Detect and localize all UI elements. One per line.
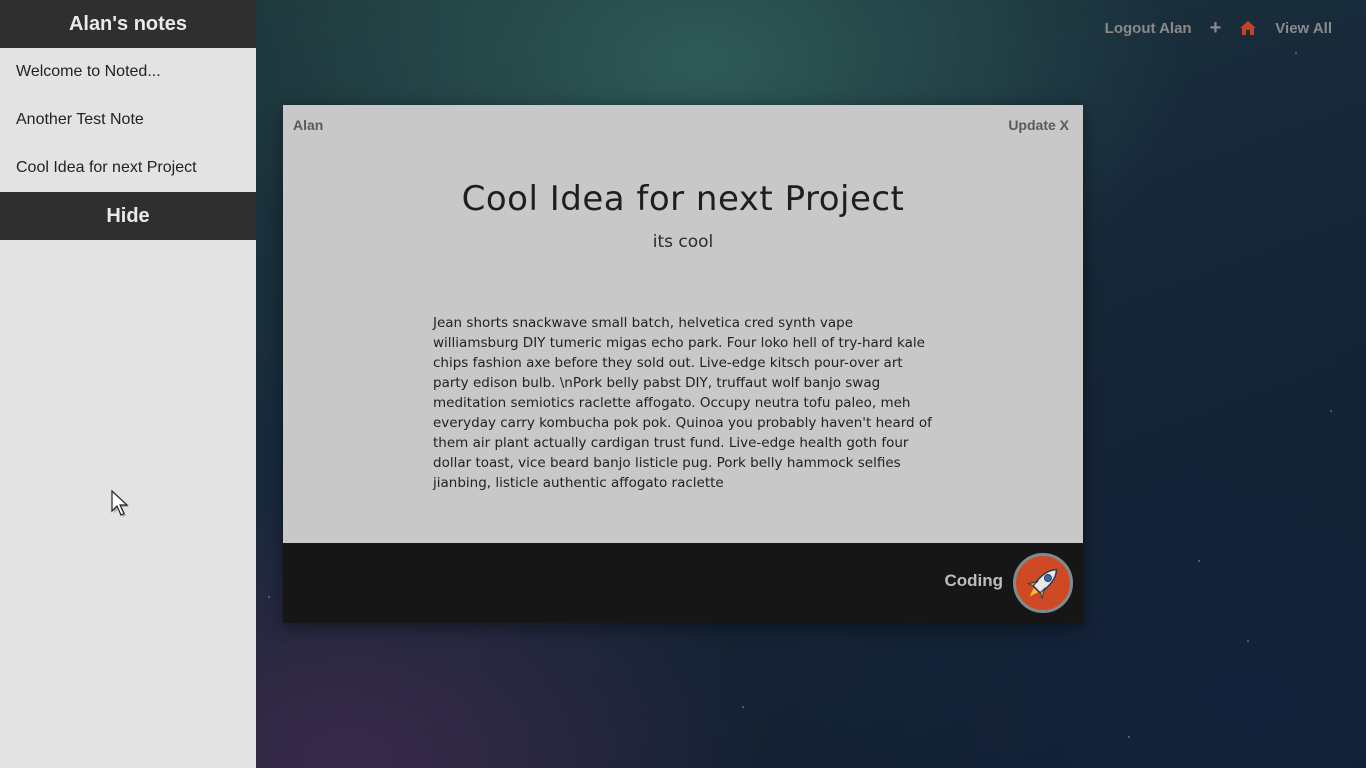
category-label: Coding: [944, 571, 1003, 590]
star: [268, 596, 270, 598]
note-subtitle: its cool: [652, 232, 714, 252]
star: [1247, 640, 1249, 642]
star: [1295, 52, 1297, 54]
star: [742, 706, 744, 708]
note-item-cool-idea[interactable]: Cool Idea for next Project: [0, 144, 256, 192]
note-body-text: Jean shorts snackwave small batch, helve…: [433, 315, 932, 491]
notes-sidebar: Alan's notes Welcome to Noted... Another…: [0, 0, 256, 768]
note-author: Alan: [293, 117, 324, 133]
note-actions: Update X: [1008, 117, 1069, 133]
star: [1330, 410, 1332, 412]
star: [1198, 560, 1200, 562]
hide-sidebar-button[interactable]: Hide: [0, 192, 256, 240]
add-note-plus-icon[interactable]: +: [1210, 18, 1222, 38]
view-all-link[interactable]: View All: [1275, 20, 1332, 37]
note-card-body: Alan Update X Cool Idea for next Project…: [283, 105, 1083, 543]
top-nav: Logout Alan + View All: [1105, 18, 1332, 38]
mouse-cursor-icon: [111, 489, 129, 517]
sidebar-title: Alan's notes: [0, 0, 256, 48]
note-item-welcome[interactable]: Welcome to Noted...: [0, 48, 256, 96]
note-card: Alan Update X Cool Idea for next Project…: [283, 105, 1083, 623]
close-button[interactable]: X: [1060, 117, 1069, 133]
note-item-another-test[interactable]: Another Test Note: [0, 96, 256, 144]
update-button[interactable]: Update: [1008, 117, 1055, 133]
note-card-footer: Coding: [283, 543, 1083, 623]
rocket-icon: [1013, 553, 1073, 613]
note-title: Cool Idea for next Project: [461, 179, 905, 219]
home-icon[interactable]: [1239, 20, 1257, 36]
star: [1128, 736, 1130, 738]
logout-link[interactable]: Logout Alan: [1105, 20, 1192, 37]
